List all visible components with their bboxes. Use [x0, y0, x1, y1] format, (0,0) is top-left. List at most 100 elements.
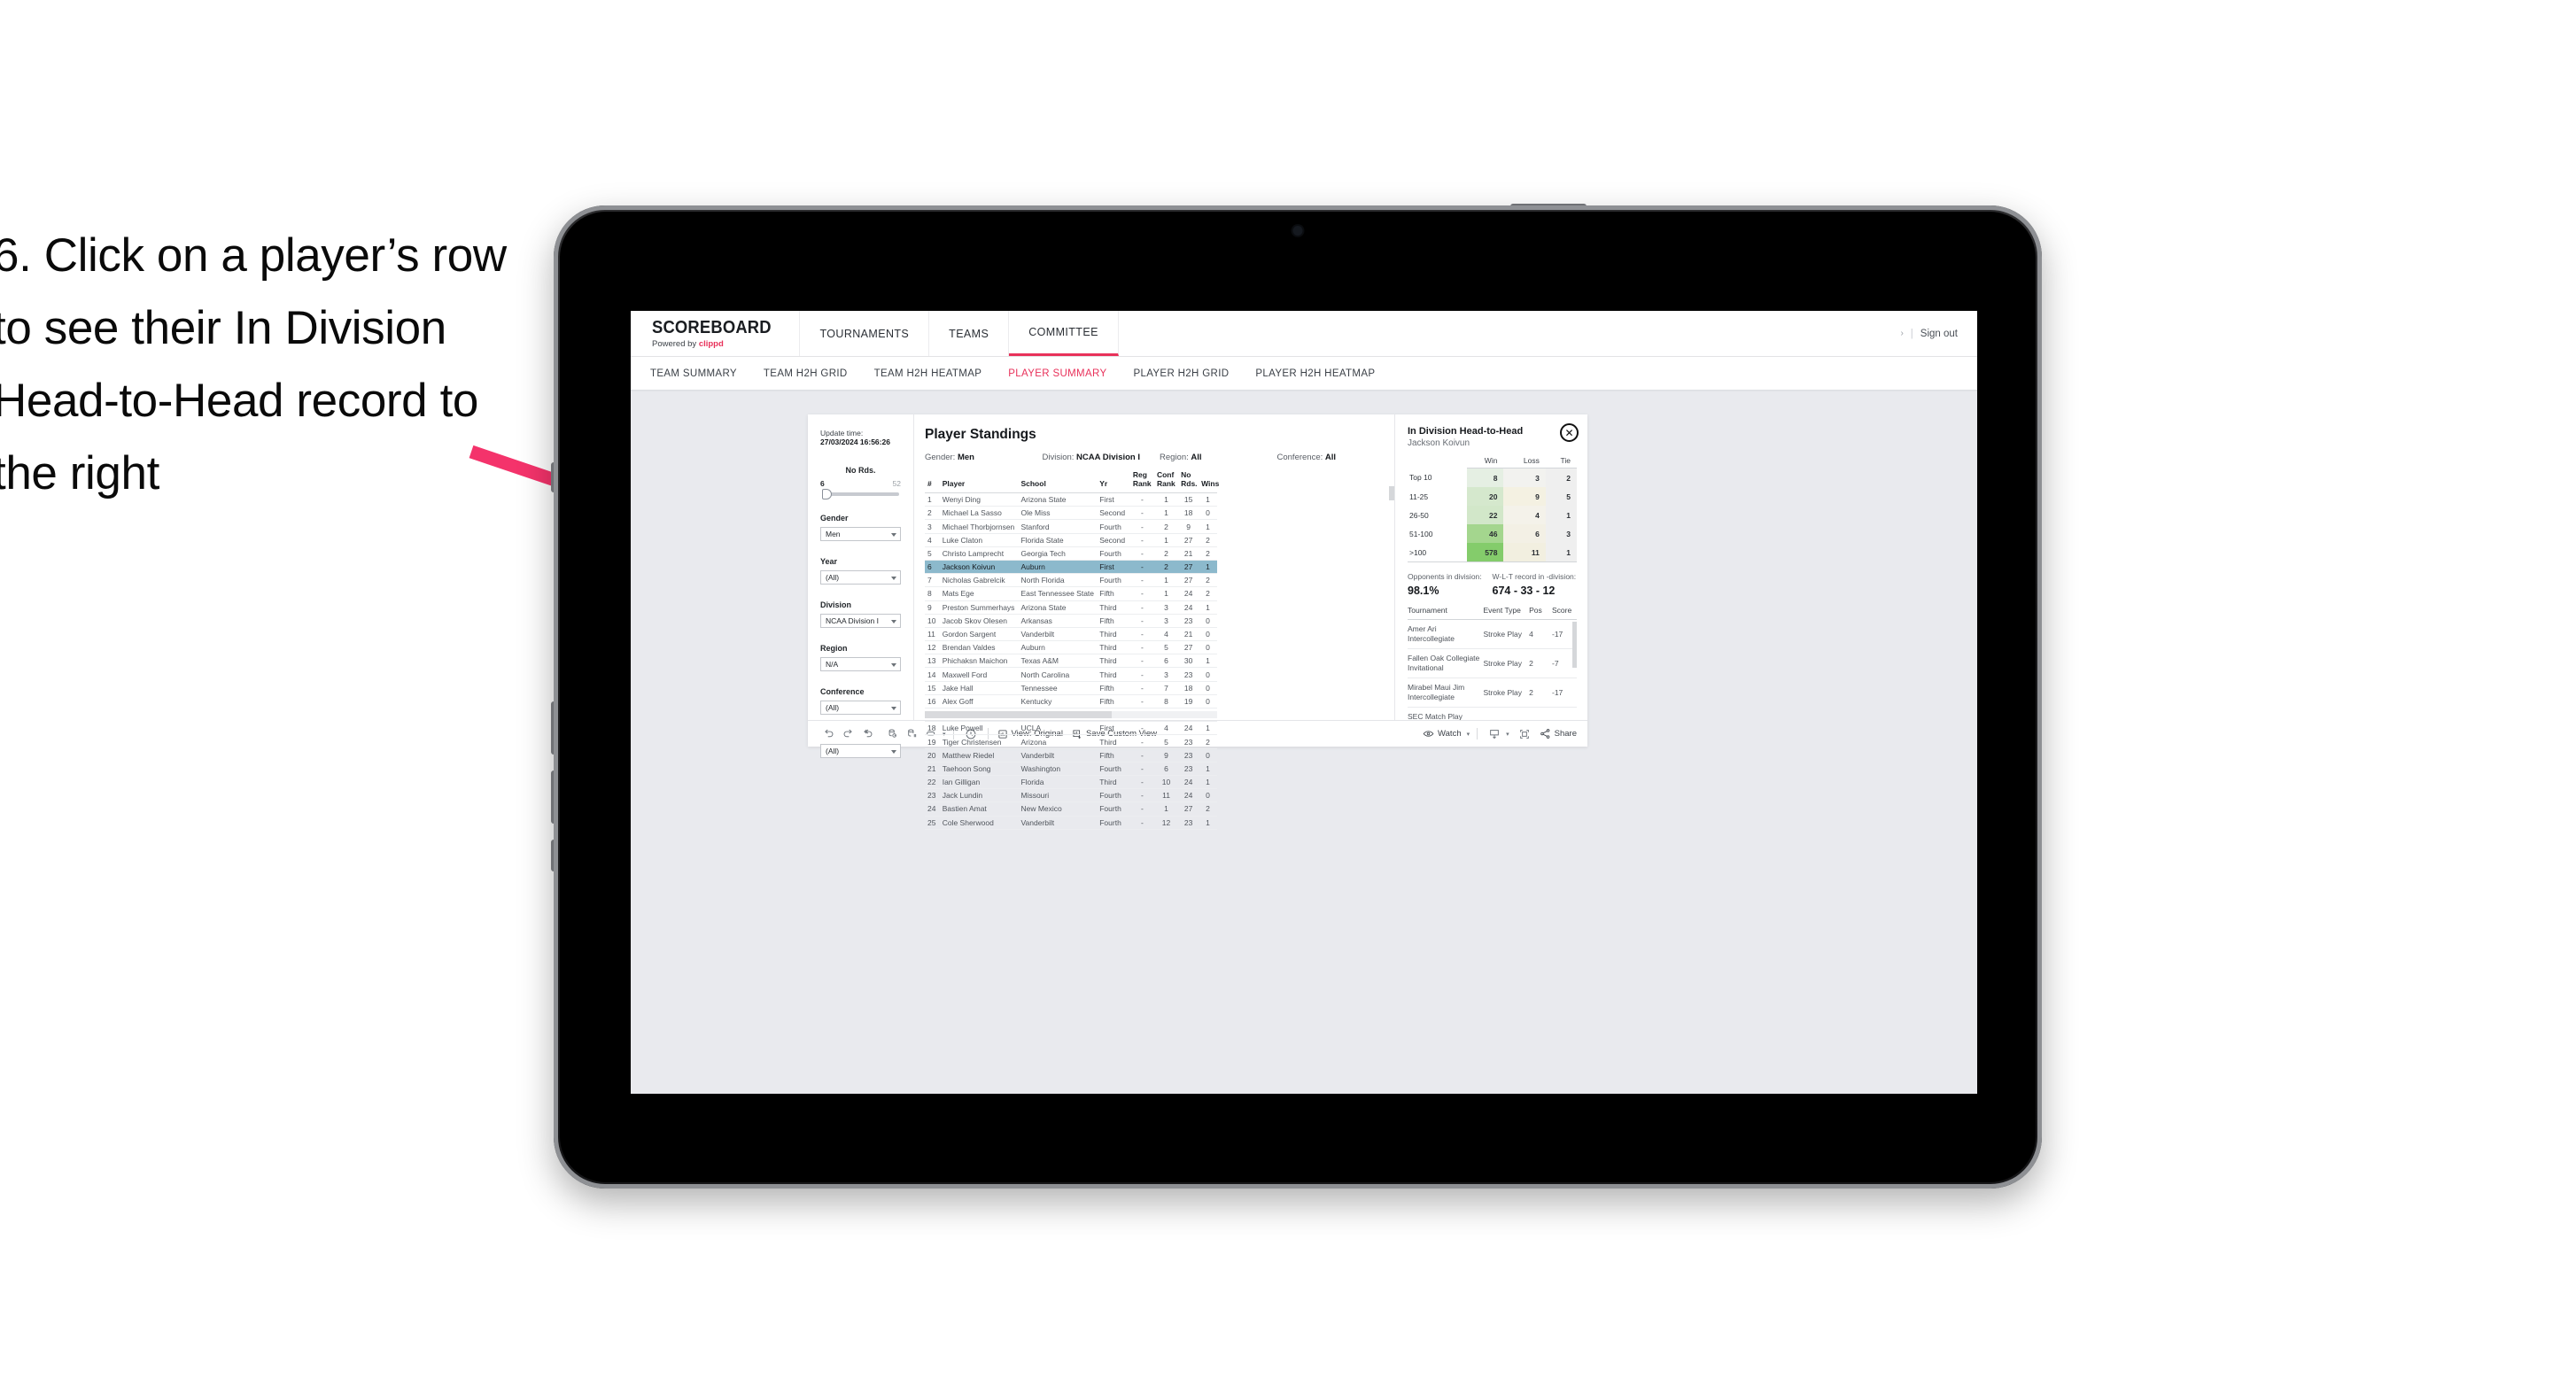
col-conf-rank[interactable]: Conf Rank [1153, 470, 1179, 494]
cell-conf: 7 [1153, 681, 1179, 695]
chevron-right-icon[interactable]: › [1900, 329, 1903, 338]
col-yr[interactable]: Yr [1097, 470, 1130, 494]
close-icon[interactable]: ✕ [1560, 423, 1579, 442]
subnav-item-team-h2h-heatmap[interactable]: TEAM H2H HEATMAP [874, 368, 982, 379]
col-reg-rank[interactable]: Reg Rank [1129, 470, 1154, 494]
table-row[interactable]: 12 Brendan Valdes Auburn Third -5 27 0 [925, 640, 1217, 655]
cell-rds: 23 [1178, 816, 1199, 830]
cell-rds: 23 [1178, 667, 1199, 682]
h2h-col-tie: Tie [1545, 456, 1577, 468]
topnav-item-committee[interactable]: COMMITTEE [1009, 311, 1119, 356]
topnav-item-tournaments[interactable]: TOURNAMENTS [800, 311, 930, 356]
standings-hscroll-thumb[interactable] [925, 711, 1113, 718]
dashboard-body: Update time: 27/03/2024 16:56:26 No Rds.… [808, 414, 1587, 830]
toolbar-divider-3 [1477, 728, 1478, 739]
table-row[interactable]: 22 Ian Gilligan Florida Third -10 24 1 [925, 775, 1217, 790]
meta-gender: Gender: Men [925, 453, 1043, 462]
cell-rds: 24 [1178, 788, 1199, 803]
col-school[interactable]: School [1018, 470, 1098, 494]
sign-out-link[interactable]: Sign out [1920, 329, 1958, 339]
table-row[interactable]: 4 Luke Claton Florida State Second -1 27 2 [925, 533, 1217, 547]
tournament-cell-pos: 2 [1529, 678, 1552, 708]
filter-year-select[interactable]: (All) [820, 570, 901, 585]
no-rds-label: No Rds. [845, 466, 876, 475]
page-title: Player Standings [925, 427, 1036, 442]
cell-school: Kentucky [1018, 694, 1098, 709]
table-row[interactable]: 8 Mats Ege East Tennessee State Fifth -1 24 2 [925, 586, 1217, 601]
cell-rds: 23 [1178, 748, 1199, 763]
table-row[interactable]: 7 Nicholas Gabrelcik North Florida Fourth -1… [925, 573, 1217, 588]
no-rds-slider-thumb[interactable] [822, 489, 832, 499]
col-wins[interactable]: Wins [1199, 470, 1219, 494]
cell-num: 14 [925, 667, 940, 682]
filter-gender-select[interactable]: Men [820, 527, 901, 541]
table-row[interactable]: 11 Gordon Sargent Vanderbilt Third -4 21 0 [925, 627, 1217, 642]
col-rank[interactable]: # [925, 470, 940, 494]
filter-region-select[interactable]: N/A [820, 657, 901, 671]
cell-num: 20 [925, 748, 940, 763]
download-caret-icon[interactable]: ▾ [1506, 731, 1509, 738]
standings-horizontal-scrollbar[interactable] [925, 711, 1217, 718]
pause-updates-icon[interactable] [902, 724, 921, 744]
tournament-cell-name: Fallen Oak Collegiate Invitational [1408, 648, 1484, 679]
table-row[interactable]: 5 Christo Lamprecht Georgia Tech Fourth -2 21… [925, 546, 1217, 561]
meta-division-label: Division: [1042, 453, 1075, 462]
revert-icon[interactable] [857, 724, 877, 744]
screenshot-root: 6. Click on a player’s row to see their … [0, 0, 2576, 1386]
table-row[interactable]: 15 Jake Hall Tennessee Fifth -7 18 0 [925, 681, 1217, 695]
table-row[interactable]: 20 Matthew Riedel Vanderbilt Fifth -9 23 0 [925, 748, 1217, 763]
table-row[interactable]: 19 Tiger Christensen Arizona Third -5 23 2 [925, 734, 1217, 749]
table-row[interactable]: 3 Michael Thorbjornsen Stanford Fourth -2 9 1 [925, 519, 1217, 534]
refresh-data-icon[interactable] [882, 724, 902, 744]
filter-player-select[interactable]: (All) [820, 744, 901, 758]
table-row[interactable]: 9 Preston Summerhays Arizona State Third -3 2… [925, 600, 1217, 615]
table-row[interactable]: 1 Wenyi Ding Arizona State First -1 15 1 [925, 492, 1217, 507]
table-row[interactable]: 13 Phichaksn Maichon Texas A&M Third -6 30 1 [925, 654, 1217, 669]
cell-num: 12 [925, 640, 940, 655]
filter-conference-select[interactable]: (All) [820, 701, 901, 715]
table-row[interactable]: 14 Maxwell Ford North Carolina Third -3 23 0 [925, 667, 1217, 682]
brand-subtitle: Powered by clippd [652, 339, 781, 349]
cell-reg: - [1129, 788, 1154, 803]
table-row[interactable]: 21 Taehoon Song Washington Fourth -6 23 1 [925, 762, 1217, 776]
table-row[interactable]: 24 Bastien Amat New Mexico Fourth -1 27 2 [925, 801, 1217, 817]
redo-icon[interactable] [838, 724, 857, 744]
download-icon[interactable] [1485, 724, 1504, 744]
cell-yr: Fourth [1097, 762, 1130, 776]
subnav-item-player-h2h-grid[interactable]: PLAYER H2H GRID [1133, 368, 1229, 379]
subnav-item-player-summary[interactable]: PLAYER SUMMARY [1008, 368, 1106, 379]
table-row[interactable]: 16 Alex Goff Kentucky Fifth -8 19 0 [925, 694, 1217, 709]
h2h-cell-win: 8 [1467, 468, 1504, 487]
table-row[interactable]: 10 Jacob Skov Olesen Arkansas Fifth -3 23 0 [925, 614, 1217, 628]
tournaments-scrollbar[interactable] [1572, 622, 1577, 668]
cell-yr: Fourth [1097, 546, 1130, 561]
col-no-rds[interactable]: No Rds. [1178, 470, 1199, 494]
table-row[interactable]: 6 Jackson Koivun Auburn First -2 27 1 [925, 560, 1217, 575]
share-button[interactable]: Share [1540, 728, 1577, 739]
subnav-item-player-h2h-heatmap[interactable]: PLAYER H2H HEATMAP [1255, 368, 1375, 379]
undo-icon[interactable] [819, 724, 838, 744]
subnav-item-team-summary[interactable]: TEAM SUMMARY [650, 368, 737, 379]
no-rds-slider[interactable] [822, 489, 899, 499]
subnav-item-team-h2h-grid[interactable]: TEAM H2H GRID [764, 368, 848, 379]
table-row[interactable]: 2 Michael La Sasso Ole Miss Second -1 18 0 [925, 506, 1217, 521]
instruction-caption: 6. Click on a player’s row to see their … [0, 229, 507, 500]
cell-player: Christo Lamprecht [939, 546, 1019, 561]
topnav-item-teams[interactable]: TEAMS [929, 311, 1010, 356]
table-row[interactable]: 25 Cole Sherwood Vanderbilt Fourth -12 23 1 [925, 816, 1217, 830]
watch-button[interactable]: Watch ▾ [1423, 728, 1470, 739]
fullscreen-icon[interactable] [1515, 724, 1534, 744]
cell-wins: 1 [1199, 600, 1217, 615]
h2h-cell-tie: 5 [1545, 487, 1577, 506]
table-row[interactable]: 23 Jack Lundin Missouri Fourth -11 24 0 [925, 788, 1217, 803]
h2h-panel: In Division Head-to-Head Jackson Koivun … [1394, 414, 1587, 720]
filter-division-select[interactable]: NCAA Division I [820, 614, 901, 628]
h2h-summary: Opponents in division: 98.1% W-L-T recor… [1408, 572, 1577, 597]
watch-caret-icon[interactable]: ▾ [1467, 731, 1470, 738]
watch-label: Watch [1438, 729, 1462, 739]
table-row[interactable]: 18 Luke Powell UCLA First -4 24 1 [925, 721, 1217, 736]
topbar-right-group: › | Sign out [1900, 311, 1977, 356]
standings-header-row: # Player School Yr Reg Rank Conf Rank No Rd… [925, 470, 1219, 494]
filter-region: Region N/A [820, 644, 901, 671]
col-player[interactable]: Player [939, 470, 1019, 494]
